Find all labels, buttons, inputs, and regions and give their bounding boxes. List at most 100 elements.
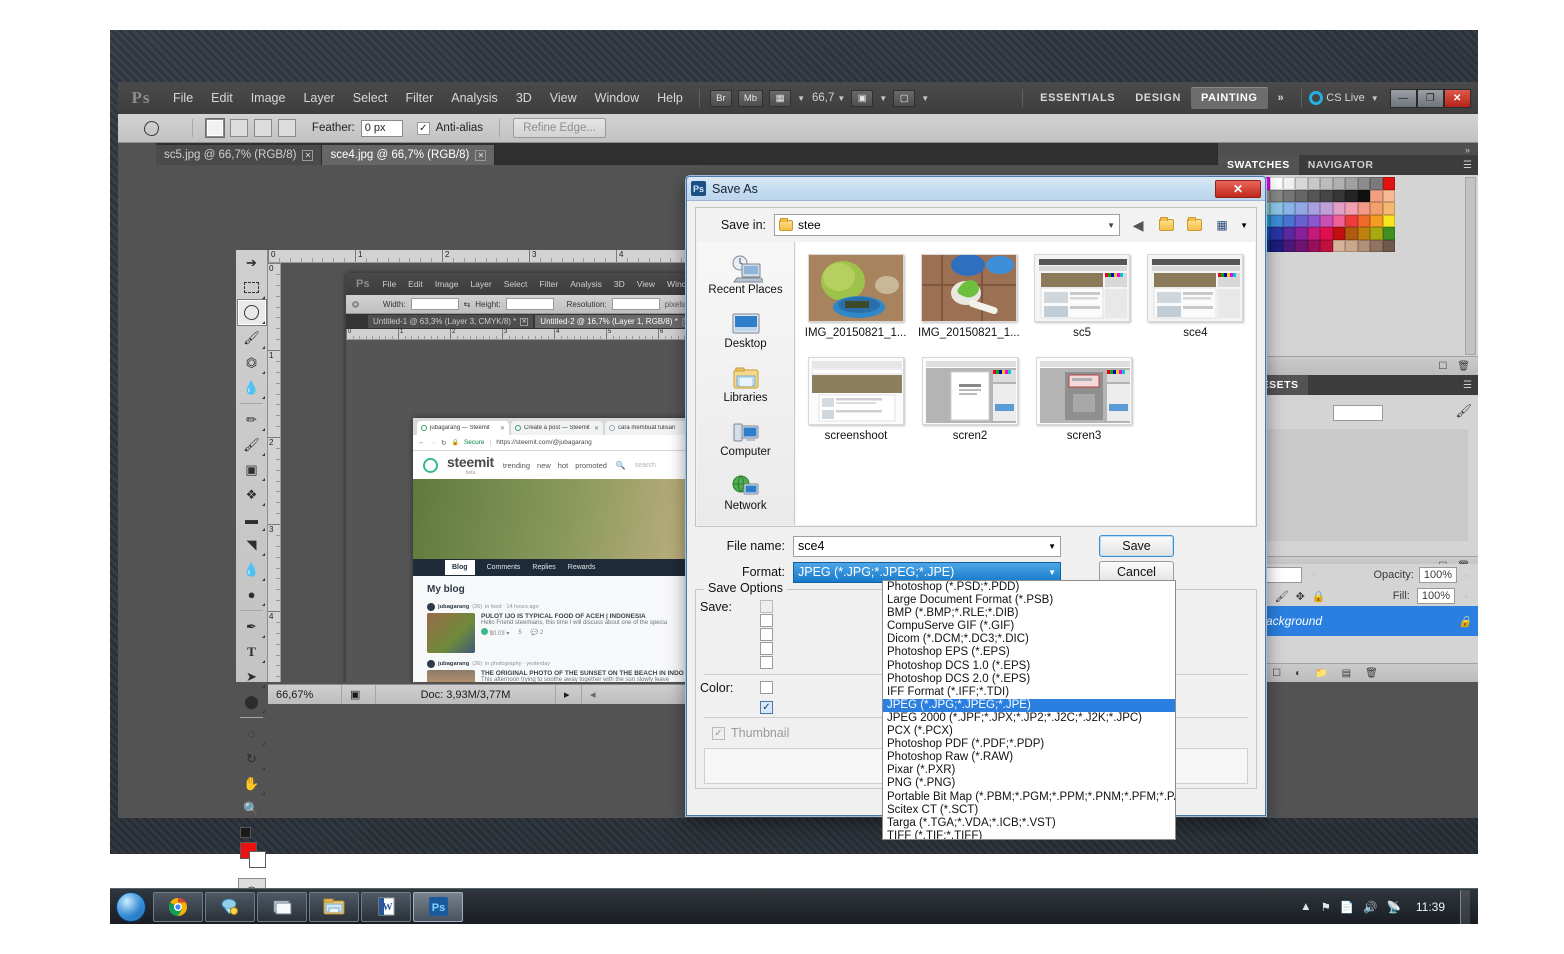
path-select-icon[interactable]: ➤ xyxy=(238,664,266,689)
icc-profile-checkbox[interactable]: ✓ xyxy=(760,701,773,714)
delete-layer-icon[interactable]: 🗑 xyxy=(1365,668,1378,679)
color-swatch[interactable] xyxy=(1270,214,1283,227)
save-in-select[interactable]: stee ▼ xyxy=(774,214,1121,236)
color-swatch[interactable] xyxy=(1332,227,1345,240)
address-bar-url[interactable]: https://steemit.com/@jubagarang xyxy=(496,439,591,446)
nested-swap-icon[interactable]: ⇆ xyxy=(464,300,471,309)
format-option[interactable]: PNG (*.PNG) xyxy=(883,777,1175,790)
profile-tab-comments[interactable]: Comments xyxy=(487,564,521,571)
color-swatch[interactable] xyxy=(1320,189,1333,202)
nested-menu-file[interactable]: File xyxy=(377,277,401,291)
browser-tab-1[interactable]: jubagarang — Steemit ✕ xyxy=(417,421,509,435)
layer-mask-icon[interactable]: ☐ xyxy=(1272,668,1281,679)
taskbar-item-photoshop[interactable]: Ps xyxy=(413,891,463,922)
nested-height-input[interactable] xyxy=(505,298,554,310)
hand-icon[interactable]: ✋ xyxy=(238,771,266,796)
browser-tab-3[interactable]: cara membuat tulisan ✕ xyxy=(605,421,697,435)
color-swatch[interactable] xyxy=(1307,227,1320,240)
menu-select[interactable]: Select xyxy=(344,87,397,109)
taskbar-item-chrome[interactable] xyxy=(153,891,203,922)
color-swatch[interactable] xyxy=(1295,214,1308,227)
place-recent-places[interactable]: Recent Places xyxy=(697,250,794,296)
close-icon[interactable]: ✕ xyxy=(594,425,599,432)
arrange-documents-button[interactable]: ▢ xyxy=(893,89,916,107)
color-swatch[interactable] xyxy=(1320,239,1333,252)
file-item[interactable]: scren3 xyxy=(1032,357,1136,442)
feather-input[interactable]: 0 px xyxy=(360,119,403,137)
document-tab-sc5[interactable]: sc5.jpg @ 66,7% (RGB/8) ✕ xyxy=(156,145,323,165)
anti-alias-checkbox[interactable]: ✓ xyxy=(416,121,430,135)
color-swatch[interactable] xyxy=(1357,239,1370,252)
color-swatch[interactable] xyxy=(1332,177,1345,190)
format-dropdown-list[interactable]: Photoshop (*.PSD;*.PDD) Large Document Fo… xyxy=(882,580,1176,840)
lock-position-icon[interactable]: ✥ xyxy=(1296,590,1305,603)
panel-menu-icon[interactable]: ☰ xyxy=(1463,380,1478,391)
restore-button[interactable]: ❐ xyxy=(1416,88,1444,108)
color-swatch[interactable] xyxy=(1345,202,1358,215)
steemit-logo-icon[interactable] xyxy=(423,457,438,473)
workspace-design[interactable]: DESIGN xyxy=(1125,87,1191,109)
format-option[interactable]: JPEG (*.JPG;*.JPEG;*.JPE) xyxy=(883,698,1175,712)
use-proof-setup-checkbox[interactable] xyxy=(760,681,773,694)
views-chevron-icon[interactable]: ▼ xyxy=(1240,221,1248,230)
tab-navigator[interactable]: NAVIGATOR xyxy=(1299,155,1383,175)
color-swatch[interactable] xyxy=(1320,227,1333,240)
status-expand-icon[interactable]: ▸ xyxy=(556,685,582,704)
cs-live-menu[interactable]: CS Live ▼ xyxy=(1309,91,1381,105)
taskbar-item-idm[interactable] xyxy=(205,891,255,922)
color-swatch[interactable] xyxy=(1295,202,1308,215)
nav-hot[interactable]: hot xyxy=(558,461,568,470)
zoom-icon[interactable]: 🔍 xyxy=(238,796,266,821)
swatches-scrollbar[interactable] xyxy=(1465,177,1476,355)
up-folder-icon[interactable] xyxy=(1156,215,1176,235)
color-swatch[interactable] xyxy=(1282,189,1295,202)
nav-new[interactable]: new xyxy=(537,461,551,470)
healing-brush-icon[interactable]: ✏ xyxy=(238,407,266,432)
lasso-icon[interactable] xyxy=(237,300,266,325)
nested-crop-icon[interactable]: ⏣ xyxy=(352,300,359,309)
menu-window[interactable]: Window xyxy=(586,87,648,109)
back-icon[interactable]: ← xyxy=(418,439,425,446)
format-option[interactable]: Photoshop Raw (*.RAW) xyxy=(883,751,1175,764)
color-swatch[interactable] xyxy=(1370,227,1383,240)
color-swatch[interactable] xyxy=(1382,227,1395,240)
format-option[interactable]: Targa (*.TGA;*.VDA;*.ICB;*.VST) xyxy=(883,817,1175,830)
panel-menu-icon[interactable]: ☰ xyxy=(1463,160,1478,171)
color-swatch[interactable] xyxy=(1320,202,1333,215)
color-swatch[interactable] xyxy=(1295,239,1308,252)
color-swatch[interactable] xyxy=(1320,214,1333,227)
color-swatch[interactable] xyxy=(1270,189,1283,202)
color-swatch[interactable] xyxy=(1332,239,1345,252)
vertical-ruler[interactable]: 01234567 xyxy=(268,263,281,682)
file-item[interactable]: IMG_20150821_1... xyxy=(804,254,907,339)
layers-checkbox[interactable] xyxy=(760,628,773,641)
color-swatch[interactable] xyxy=(1370,239,1383,252)
place-libraries[interactable]: Libraries xyxy=(697,358,794,404)
show-desktop-button[interactable] xyxy=(1460,889,1470,924)
intersect-selection-button[interactable] xyxy=(277,119,296,137)
format-option[interactable]: CompuServe GIF (*.GIF) xyxy=(883,620,1175,633)
nested-tool-chevron-icon[interactable]: ▼ xyxy=(367,300,375,309)
background-color-swatch[interactable] xyxy=(249,851,266,868)
refine-edge-button[interactable]: Refine Edge... xyxy=(513,118,606,138)
panel-collapse-icon[interactable]: » xyxy=(1218,143,1478,155)
close-icon[interactable]: ✕ xyxy=(302,149,314,161)
quick-select-icon[interactable]: 🖌 xyxy=(238,325,266,350)
menu-help[interactable]: Help xyxy=(648,87,692,109)
blend-mode-chevron-icon[interactable]: ▼ xyxy=(1310,571,1318,580)
color-swatch[interactable] xyxy=(1332,202,1345,215)
adjustment-layer-icon[interactable]: ◐ xyxy=(1295,668,1301,679)
profile-tab-blog[interactable]: Blog xyxy=(445,560,475,575)
brush-toggle-icon[interactable]: 🖌 xyxy=(1455,403,1472,419)
fill-stepper-icon[interactable]: ▸ xyxy=(1465,592,1469,601)
menu-3d[interactable]: 3D xyxy=(507,87,541,109)
brush-icon[interactable]: 🖌 xyxy=(238,432,266,457)
color-swatch[interactable] xyxy=(1270,227,1283,240)
color-swatch[interactable] xyxy=(1345,189,1358,202)
search-input[interactable]: search xyxy=(635,462,656,469)
format-option[interactable]: PCX (*.PCX) xyxy=(883,725,1175,738)
color-swatch[interactable] xyxy=(1307,177,1320,190)
delete-swatch-icon[interactable]: 🗑 xyxy=(1457,361,1470,372)
arrange-chevron-icon[interactable]: ▼ xyxy=(921,94,929,103)
new-folder-icon[interactable] xyxy=(1184,215,1204,235)
